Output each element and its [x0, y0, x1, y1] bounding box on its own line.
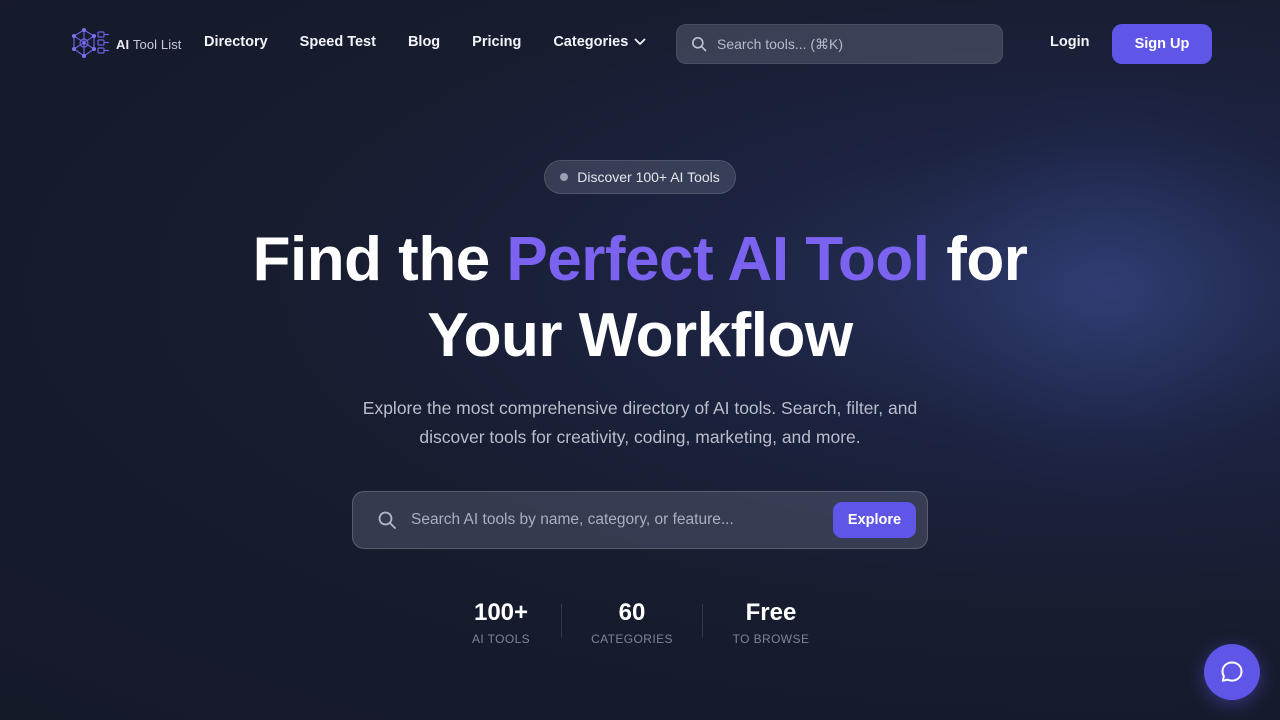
stat-divider: [561, 604, 562, 638]
stat-free: Free TO BROWSE: [726, 598, 816, 646]
headline-accent: Perfect AI Tool: [506, 225, 930, 294]
stat-label: AI TOOLS: [471, 632, 531, 646]
search-icon: [692, 37, 707, 52]
nav-links: Directory Speed Test Blog Pricing Catego…: [204, 34, 646, 50]
nav-link-speed-test[interactable]: Speed Test: [300, 34, 376, 50]
brand-name: AI Tool List: [116, 37, 182, 52]
nav-link-categories-label: Categories: [553, 34, 629, 50]
headline-pre: Find the: [252, 225, 507, 294]
nav-search-input[interactable]: [717, 36, 977, 52]
stat-categories: 60 CATEGORIES: [586, 598, 678, 646]
network-logo-icon: [72, 28, 109, 58]
nav-link-directory[interactable]: Directory: [204, 34, 268, 50]
hero-search-input[interactable]: [411, 511, 811, 529]
login-link[interactable]: Login: [1050, 34, 1089, 50]
chat-button[interactable]: [1204, 644, 1260, 700]
hero-search-box[interactable]: Explore: [352, 491, 928, 549]
nav-link-blog[interactable]: Blog: [408, 34, 440, 50]
badge-dot-icon: [560, 173, 569, 181]
headline-post: for: [929, 225, 1028, 294]
stat-ai-tools: 100+ AI TOOLS: [460, 598, 542, 646]
nav-link-categories[interactable]: Categories: [553, 34, 646, 50]
stat-label: CATEGORIES: [591, 632, 673, 646]
hero-badge-text: Discover 100+ AI Tools: [577, 169, 720, 185]
hero-badge: Discover 100+ AI Tools: [544, 160, 736, 194]
stat-label: TO BROWSE: [732, 632, 810, 646]
search-icon: [378, 511, 396, 529]
brand-name-strong: AI: [116, 36, 130, 52]
top-navigation: AI Tool List Directory Speed Test Blog P…: [0, 0, 1280, 88]
brand-name-rest: Tool List: [132, 36, 182, 52]
signup-button[interactable]: Sign Up: [1112, 24, 1212, 64]
nav-search-box[interactable]: [676, 24, 1003, 64]
hero-subtitle: Explore the most comprehensive directory…: [362, 398, 918, 447]
brand-logo[interactable]: AI Tool List: [70, 27, 182, 61]
stat-value: 60: [618, 599, 646, 626]
stat-value: Free: [745, 599, 797, 626]
chevron-down-icon: [634, 38, 646, 45]
chat-bubble-icon: [1221, 661, 1243, 682]
nav-link-pricing[interactable]: Pricing: [472, 34, 521, 50]
hero-headline: Find the Perfect AI Tool for Your Workfl…: [0, 222, 1280, 374]
stat-divider: [702, 604, 703, 638]
stat-value: 100+: [473, 599, 529, 626]
explore-button[interactable]: Explore: [833, 502, 916, 538]
headline-line2: Your Workflow: [427, 301, 853, 370]
